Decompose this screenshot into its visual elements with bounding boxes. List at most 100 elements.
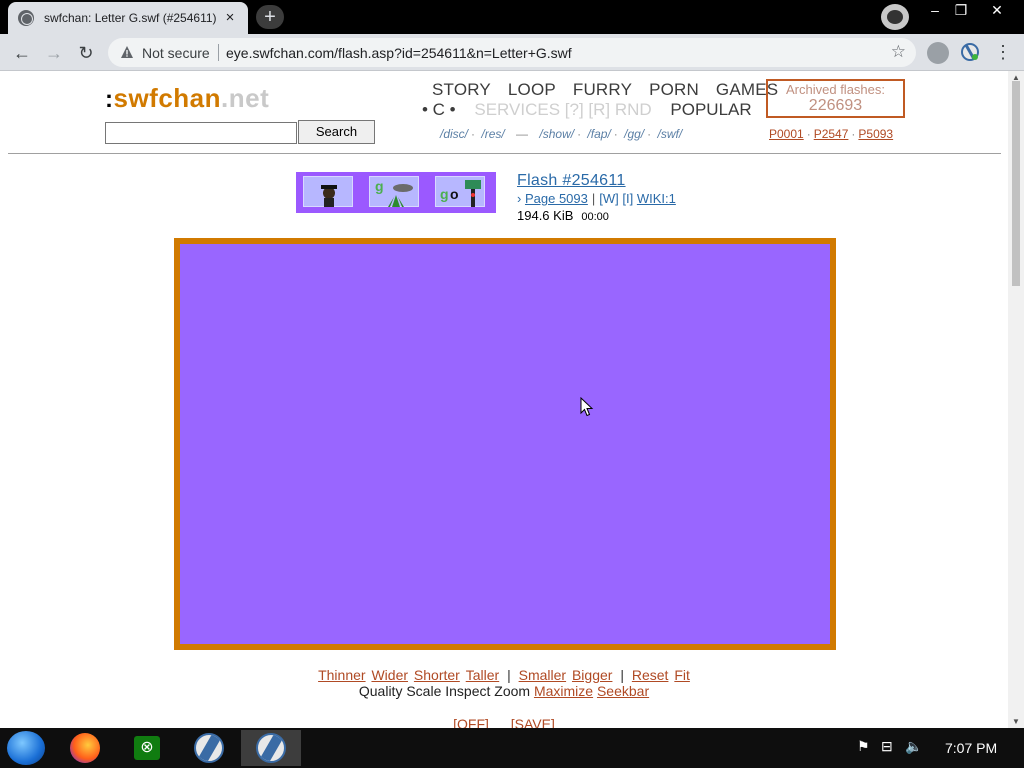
nav-loop[interactable]: LOOP xyxy=(508,80,556,99)
tab-close-button[interactable]: × xyxy=(222,10,238,26)
app-globe-icon xyxy=(194,733,224,763)
page-link[interactable]: Page 5093 xyxy=(525,191,588,206)
address-bar[interactable]: Not secure eye.swfchan.com/flash.asp?id=… xyxy=(108,38,916,67)
flag-icon[interactable]: ⚑ xyxy=(857,738,870,755)
svg-text:g: g xyxy=(375,178,384,194)
bookmark-star-icon[interactable]: ☆ xyxy=(891,42,906,62)
taskbar: ⊗ ⚑ ⊟ 🔈 7:07 PM xyxy=(0,728,1024,768)
board-gg[interactable]: /gg/ xyxy=(624,127,644,141)
close-window-button[interactable]: ✕ xyxy=(980,0,1014,22)
mouse-cursor-icon xyxy=(580,397,594,417)
flash-info: 194.6 KiB 00:00 xyxy=(517,208,609,223)
archive-counter: Archived flashes: 226693 xyxy=(766,79,905,118)
search-button[interactable]: Search xyxy=(298,120,375,144)
nav-porn[interactable]: PORN xyxy=(649,80,699,99)
smaller-link[interactable]: Smaller xyxy=(519,667,566,683)
volume-icon[interactable]: 🔈 xyxy=(905,738,922,755)
duration: 00:00 xyxy=(581,211,609,223)
flash-title-link[interactable]: Flash #254611 xyxy=(517,172,626,190)
not-secure-label[interactable]: Not secure xyxy=(142,45,210,61)
page-scrollbar[interactable]: ▲ ▼ xyxy=(1008,71,1024,728)
tab-title: swfchan: Letter G.swf (#254611) xyxy=(44,11,217,25)
reset-link[interactable]: Reset xyxy=(632,667,669,683)
url-text[interactable]: eye.swfchan.com/flash.asp?id=254611&n=Le… xyxy=(226,45,572,61)
extension-icon[interactable] xyxy=(960,42,980,62)
scroll-down-icon[interactable]: ▼ xyxy=(1012,717,1020,726)
board-dash: — xyxy=(516,127,529,141)
board-res[interactable]: /res/ xyxy=(481,127,504,141)
firefox-icon xyxy=(70,733,100,763)
archive-label: Archived flashes: xyxy=(786,82,885,97)
fit-link[interactable]: Fit xyxy=(674,667,690,683)
player-action-controls: [OFF] [SAVE] xyxy=(0,716,1008,728)
player-frame xyxy=(174,238,836,650)
seekbar-link[interactable]: Seekbar xyxy=(597,683,649,699)
taskbar-xbox[interactable]: ⊗ xyxy=(123,730,171,766)
archive-count: 226693 xyxy=(808,97,863,114)
page-link-middle[interactable]: P2547 xyxy=(814,127,849,141)
thumbnail-1[interactable] xyxy=(303,176,353,207)
xbox-icon: ⊗ xyxy=(134,736,160,760)
tab-search-icon[interactable] xyxy=(881,4,909,30)
nav-services[interactable]: SERVICES [?] [R] RND xyxy=(474,100,651,119)
warning-icon[interactable] xyxy=(120,45,134,59)
browser-tab[interactable]: swfchan: Letter G.swf (#254611) × xyxy=(8,2,248,34)
player-size-controls: Thinner Wider Shorter Taller | Smaller B… xyxy=(318,667,690,683)
thumbnail-3[interactable]: g o xyxy=(435,176,485,207)
go-sign-icon: g o xyxy=(440,180,481,207)
nav-c[interactable]: • C • xyxy=(422,100,456,119)
quality-scale-inspect-zoom: Quality Scale Inspect Zoom xyxy=(358,683,531,699)
off-link[interactable]: [OFF] xyxy=(453,716,489,728)
app-globe-icon xyxy=(256,733,286,763)
board-fap[interactable]: /fap/ xyxy=(587,127,610,141)
board-swf[interactable]: /swf/ xyxy=(657,127,682,141)
player-option-controls: Quality Scale Inspect Zoom Maximize Seek… xyxy=(0,683,1008,699)
nav-furry[interactable]: FURRY xyxy=(573,80,632,99)
taskbar-app-1[interactable] xyxy=(185,730,233,766)
search-input[interactable] xyxy=(105,122,297,144)
taller-link[interactable]: Taller xyxy=(466,667,499,683)
globe-icon xyxy=(18,10,34,26)
board-links: /disc/· /res/ — /show/· /fap/· /gg/· /sw… xyxy=(440,127,683,141)
nav-story[interactable]: STORY xyxy=(432,80,491,99)
maximize-link[interactable]: Maximize xyxy=(534,683,593,699)
omnibox-divider xyxy=(218,44,219,61)
nav-popular[interactable]: POPULAR xyxy=(670,100,751,119)
bigger-link[interactable]: Bigger xyxy=(572,667,612,683)
account-icon[interactable] xyxy=(927,42,949,64)
page-prefix: › xyxy=(517,191,522,206)
secondary-nav-row: • C • SERVICES [?] [R] RND POPULAR xyxy=(422,100,752,120)
w-link[interactable]: [W] xyxy=(599,191,619,206)
flash-player[interactable] xyxy=(180,244,830,644)
site-logo[interactable]: :swfchan.net xyxy=(105,83,269,114)
shorter-link[interactable]: Shorter xyxy=(414,667,460,683)
reload-icon[interactable]: ↻ xyxy=(73,40,99,66)
i-link[interactable]: [I] xyxy=(622,191,633,206)
board-show[interactable]: /show/ xyxy=(539,127,574,141)
thinner-link[interactable]: Thinner xyxy=(318,667,365,683)
scrollbar-thumb[interactable] xyxy=(1012,81,1020,286)
svg-text:o: o xyxy=(450,186,459,202)
pirate-figure-icon xyxy=(321,185,337,207)
page-links: P0001 · P2547 · P5093 xyxy=(769,127,894,141)
browser-menu-icon[interactable]: ⋮ xyxy=(994,41,1012,65)
tab-strip: swfchan: Letter G.swf (#254611) × + – ❐ … xyxy=(0,0,1024,34)
network-icon[interactable]: ⊟ xyxy=(881,738,893,755)
board-disc[interactable]: /disc/ xyxy=(440,127,468,141)
goat-grass-icon: g xyxy=(375,178,413,207)
new-tab-button[interactable]: + xyxy=(256,5,284,29)
thumbnail-2[interactable]: g xyxy=(369,176,419,207)
save-link[interactable]: [SAVE] xyxy=(511,716,555,728)
back-arrow-icon[interactable]: ← xyxy=(9,40,35,66)
forward-arrow-icon[interactable]: → xyxy=(41,40,67,66)
page-link-last[interactable]: P5093 xyxy=(858,127,893,141)
wiki-link[interactable]: WIKI:1 xyxy=(637,191,676,206)
maximize-button[interactable]: ❐ xyxy=(944,0,978,22)
page-link-first[interactable]: P0001 xyxy=(769,127,804,141)
start-button[interactable] xyxy=(7,731,45,765)
taskbar-firefox[interactable] xyxy=(61,730,109,766)
clock[interactable]: 7:07 PM xyxy=(945,740,997,756)
browser-toolbar: ← → ↻ Not secure eye.swfchan.com/flash.a… xyxy=(0,34,1024,71)
wider-link[interactable]: Wider xyxy=(371,667,408,683)
taskbar-app-2[interactable] xyxy=(241,730,301,766)
